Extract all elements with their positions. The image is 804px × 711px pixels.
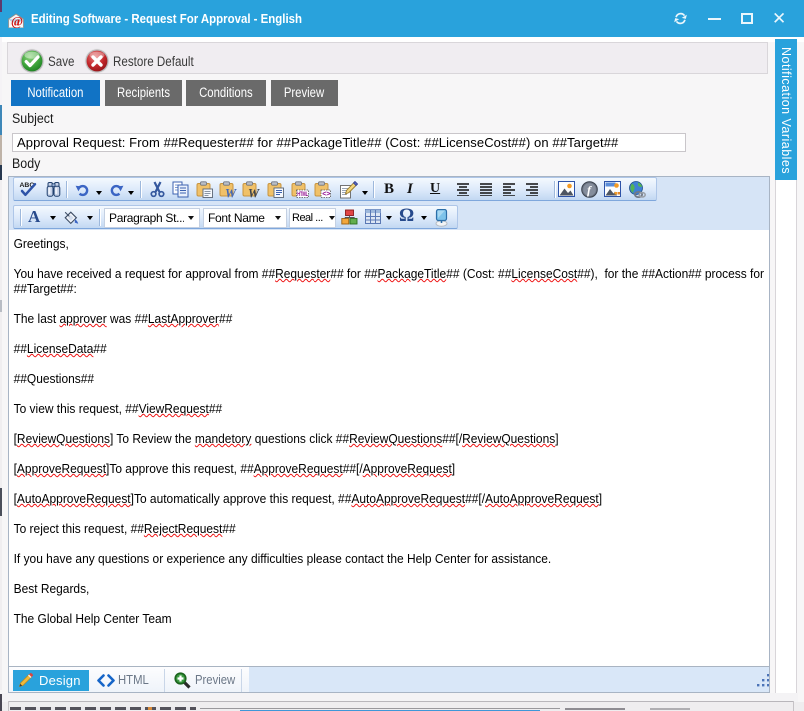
svg-text:HTML: HTML (297, 191, 308, 198)
svg-text:W: W (248, 187, 260, 199)
svg-text:<>: <> (322, 191, 330, 198)
svg-text:W: W (225, 187, 237, 199)
svg-text:@: @ (11, 14, 23, 29)
